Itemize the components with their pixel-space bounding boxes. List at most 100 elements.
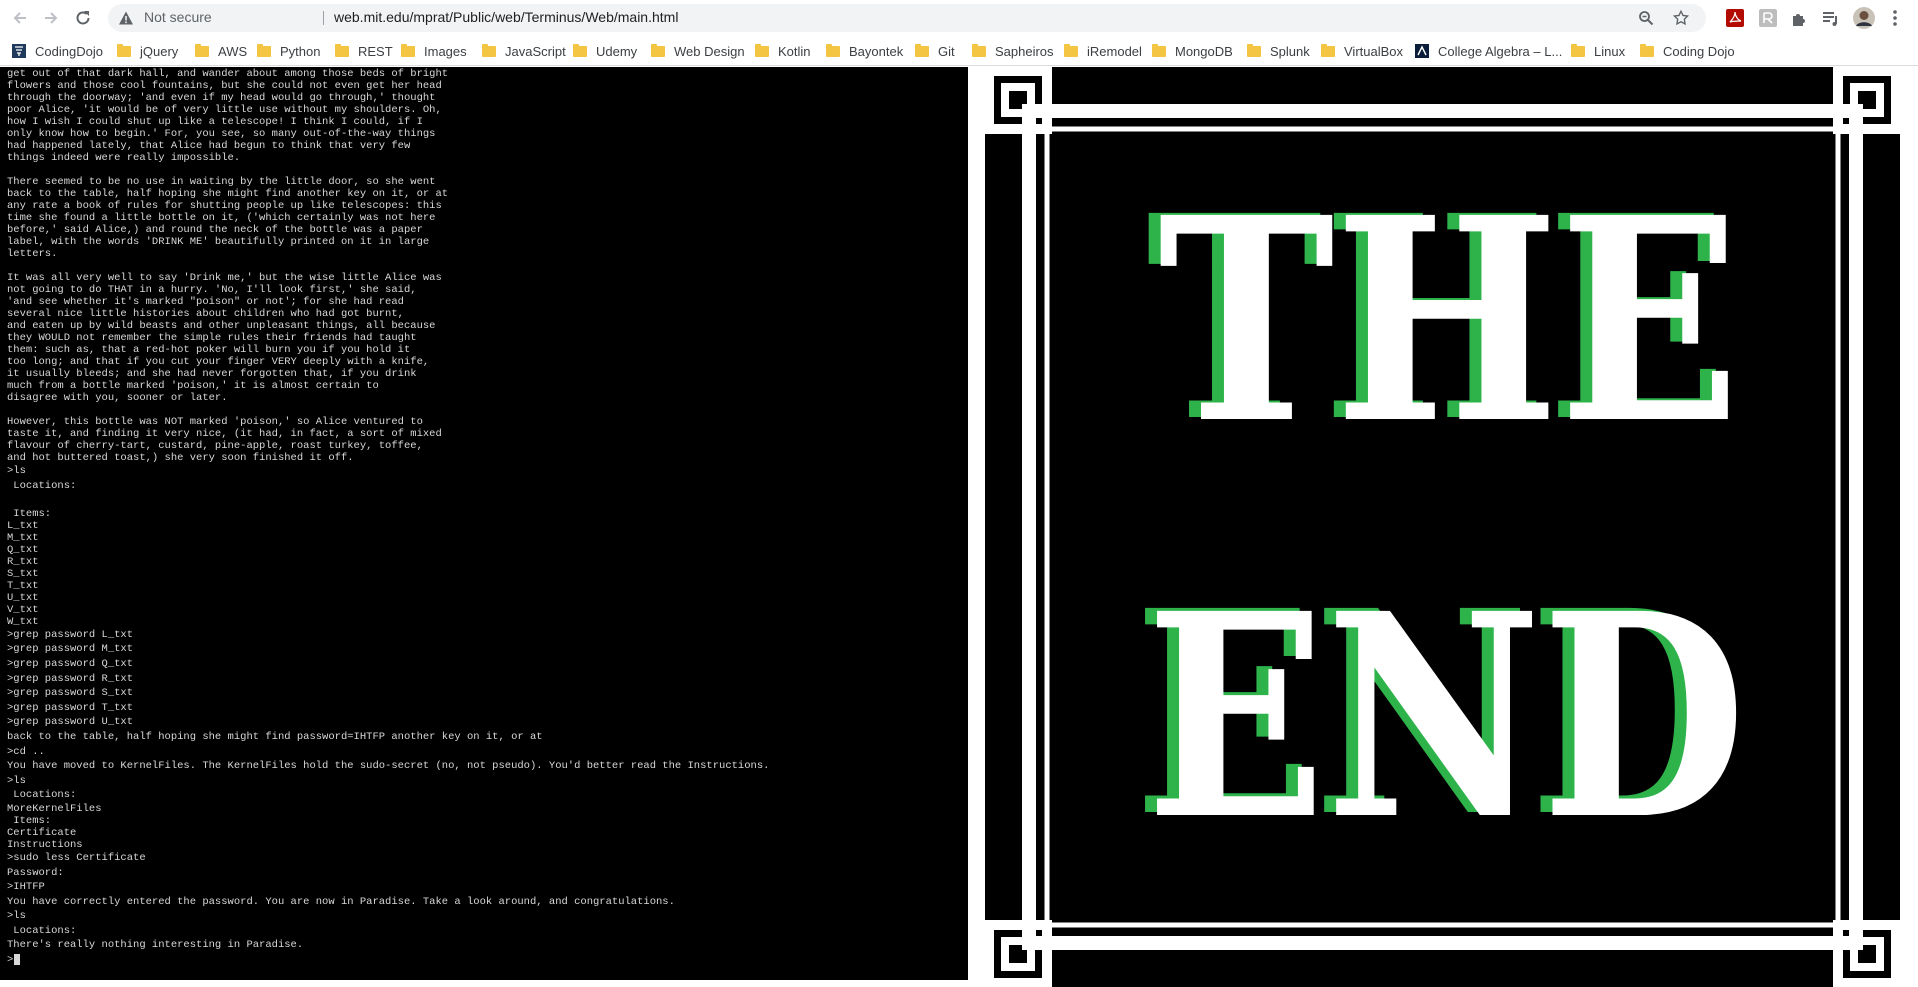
folder-icon <box>1640 43 1654 57</box>
terminal-command: >sudo less Certificate <box>7 851 146 864</box>
bookmark-linux[interactable]: Linux <box>1571 41 1625 61</box>
terminal-line: not going to do THAT in a hurry. 'No, I'… <box>7 284 417 296</box>
folder-icon <box>573 43 587 57</box>
terminal-line: 'and see whether it's marked "poison" or… <box>7 296 404 308</box>
security-status[interactable]: Not secure <box>144 9 212 25</box>
folder-icon <box>1247 43 1261 57</box>
terminal-line: V_txt <box>7 603 39 616</box>
bookmark-kotlin[interactable]: Kotlin <box>755 41 811 61</box>
terminal-line: Certificate <box>7 826 77 839</box>
the-end-artwork: THE THE END END <box>985 67 1900 987</box>
end-word: END <box>1146 553 1746 882</box>
terminal-line: several nice little histories about chil… <box>7 308 404 320</box>
folder-icon <box>755 43 769 57</box>
back-button[interactable] <box>8 6 32 30</box>
forward-button[interactable] <box>39 6 63 30</box>
terminal-line: Instructions <box>7 838 83 851</box>
omnibox-divider <box>323 11 324 25</box>
bookmark-git[interactable]: Git <box>915 41 955 61</box>
bookmark-splunk[interactable]: Splunk <box>1247 41 1310 61</box>
terminal-cursor[interactable] <box>14 953 21 965</box>
terminal-line: Q_txt <box>7 543 39 556</box>
terminal-command: >grep password T_txt <box>7 701 134 714</box>
bookmark-label: Coding Dojo <box>1663 43 1735 59</box>
folder-icon <box>335 43 349 57</box>
terminal-line: Items: <box>7 507 52 520</box>
terminal-line: However, this bottle was NOT marked 'poi… <box>7 416 423 428</box>
terminal-command: >grep password M_txt <box>7 643 134 656</box>
extensions-puzzle-icon[interactable] <box>1790 8 1810 28</box>
address-bar[interactable]: Not secure web.mit.edu/mprat/Public/web/… <box>108 4 1706 32</box>
terminal-line: S_txt <box>7 567 39 580</box>
bookmark-udemy[interactable]: Udemy <box>573 41 637 61</box>
folder-icon <box>915 43 929 57</box>
terminal-line: things indeed were really impossible. <box>7 152 241 164</box>
profile-avatar[interactable] <box>1853 7 1875 29</box>
bookmark-sapheiros[interactable]: Sapheiros <box>972 41 1054 61</box>
bookmark-college-algebra[interactable]: College Algebra – L... <box>1415 41 1562 61</box>
folder-icon <box>117 43 131 57</box>
terminal-line: get out of that dark hall, and wander ab… <box>7 68 449 80</box>
forward-arrow-icon <box>45 12 58 24</box>
terminal-prompt: > <box>7 954 14 967</box>
folder-icon <box>651 43 665 57</box>
bookmark-images[interactable]: Images <box>401 41 467 61</box>
terminal-line: them: such as, that a red-hot poker will… <box>7 344 411 356</box>
bookmark-aws[interactable]: AWS <box>195 41 247 61</box>
media-playlist-icon[interactable] <box>1821 8 1841 28</box>
bookmark-label: Sapheiros <box>995 43 1054 59</box>
terminal-line: taste it, and finding it very nice, (it … <box>7 428 442 440</box>
terminal-line: Locations: <box>7 924 77 937</box>
terminal-line: had happened lately, that Alice had begu… <box>7 140 411 152</box>
pdf-extension-icon[interactable] <box>1725 8 1745 28</box>
browser-menu-icon[interactable] <box>1892 8 1898 28</box>
terminal-line: how I wish I could shut up like a telesc… <box>7 116 423 128</box>
bookmark-web-design[interactable]: Web Design <box>651 41 745 61</box>
page-background <box>0 980 968 987</box>
terminal-command: >ls <box>7 774 26 787</box>
terminal-panel[interactable]: get out of that dark hall, and wander ab… <box>0 67 968 980</box>
terminal-line: MoreKernelFiles <box>7 802 102 815</box>
bookmark-label: jQuery <box>140 43 179 59</box>
the-end-image: THE THE END END <box>985 67 1900 987</box>
bookmark-coding-dojo[interactable]: Coding Dojo <box>1640 41 1735 61</box>
bookmark-label: CodingDojo <box>35 43 103 59</box>
url-text[interactable]: web.mit.edu/mprat/Public/web/Terminus/We… <box>334 9 678 25</box>
codingdojo-icon <box>12 44 26 58</box>
bookmark-javascript[interactable]: JavaScript <box>482 41 566 61</box>
terminal-line: flavour of cherry-tart, custard, pine-ap… <box>7 440 423 452</box>
warning-icon[interactable] <box>118 10 134 26</box>
bookmark-virtualbox[interactable]: VirtualBox <box>1321 41 1403 61</box>
bookmark-label: Bayontek <box>849 43 904 59</box>
terminal-line: You have correctly entered the password.… <box>7 895 675 908</box>
bookmark-python[interactable]: Python <box>257 41 320 61</box>
bookmark-mongodb[interactable]: MongoDB <box>1152 41 1233 61</box>
bookmark-iremodel[interactable]: iRemodel <box>1064 41 1142 61</box>
college-algebra-icon <box>1415 44 1429 58</box>
reload-button[interactable] <box>71 6 95 30</box>
folder-icon <box>972 43 986 57</box>
zoom-icon[interactable] <box>1638 10 1654 26</box>
bookmark-bayontek[interactable]: Bayontek <box>826 41 903 61</box>
terminal-line: poor Alice, 'it would be of very little … <box>7 104 442 116</box>
terminal-line: they WOULD not remember the simple rules… <box>7 332 417 344</box>
bookmark-label: Web Design <box>674 43 745 59</box>
bookmark-label: Udemy <box>596 43 638 59</box>
bookmark-codingdojo[interactable]: CodingDojo <box>12 41 103 61</box>
folder-icon <box>1064 43 1078 57</box>
terminal-prompt-line[interactable]: > <box>7 953 769 968</box>
bookmark-jquery[interactable]: jQuery <box>117 41 178 61</box>
bookmark-star-icon[interactable] <box>1672 9 1690 27</box>
reader-extension-icon[interactable] <box>1758 8 1778 28</box>
terminal-command: >cd .. <box>7 745 45 758</box>
terminal-line: Locations: <box>7 479 77 492</box>
terminal-line: There's really nothing interesting in Pa… <box>7 939 304 952</box>
terminal-line: back to the table, half hoping she might… <box>7 730 543 743</box>
terminal-output: get out of that dark hall, and wander ab… <box>7 68 769 968</box>
terminal-line: before,' said Alice,) and round the neck… <box>7 224 423 236</box>
folder-icon <box>826 43 840 57</box>
terminal-command: >grep password S_txt <box>7 687 134 700</box>
bookmark-rest[interactable]: REST <box>335 41 393 61</box>
